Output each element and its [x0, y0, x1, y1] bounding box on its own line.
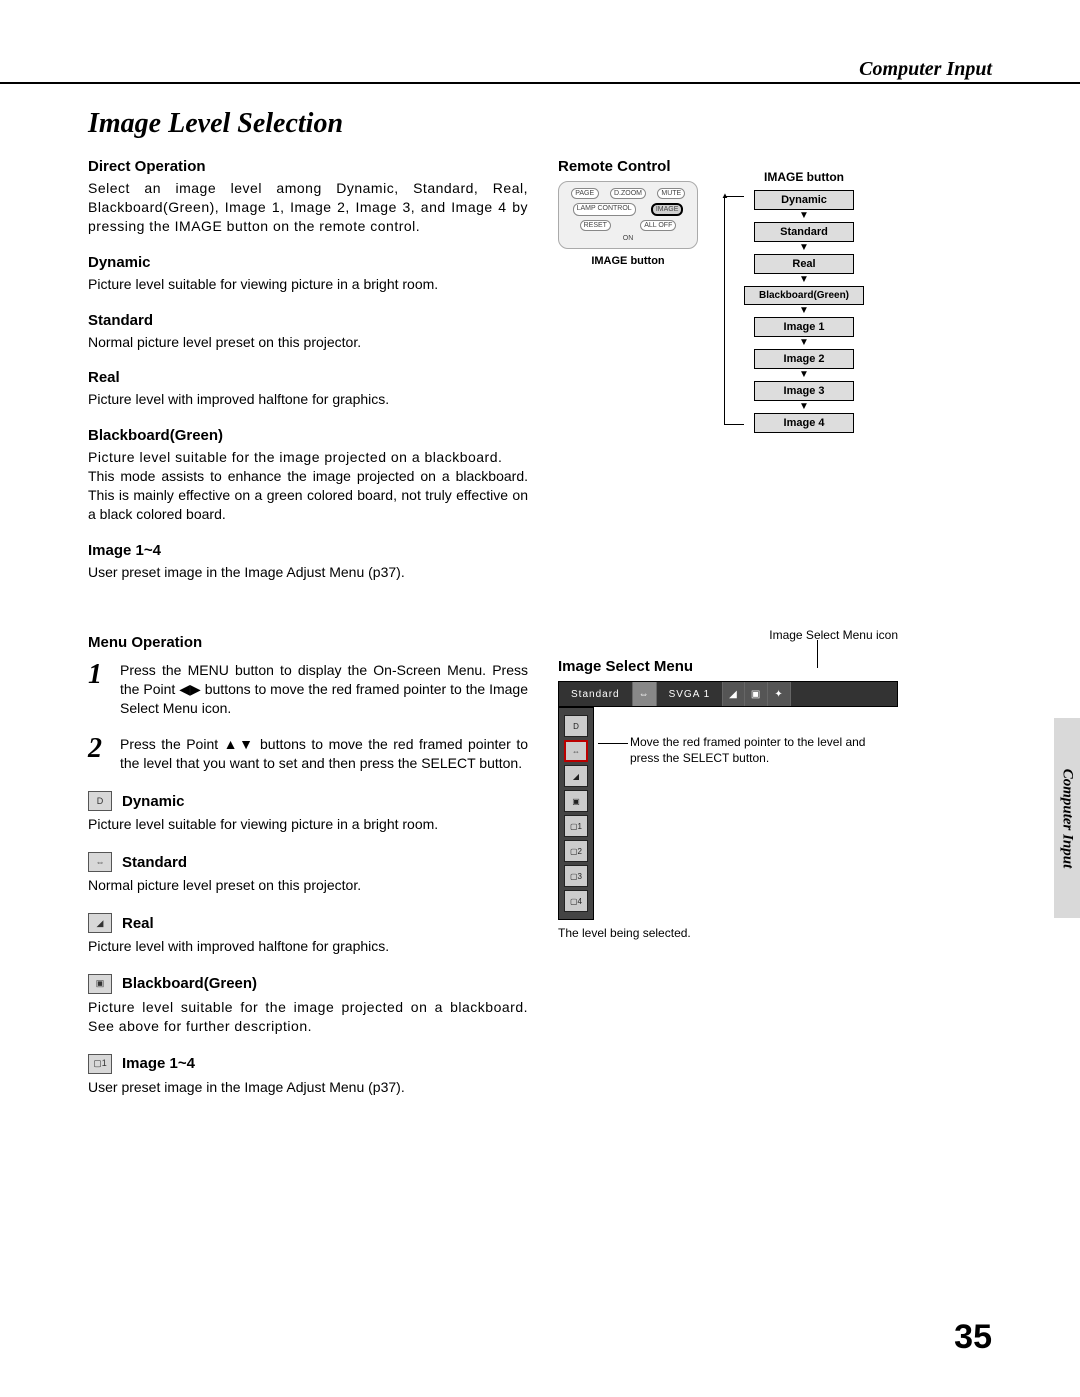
level-name: Blackboard(Green)	[88, 427, 528, 444]
flow-arrow-icon: ▼	[744, 211, 864, 221]
vmenu-item: ◢	[564, 765, 588, 787]
menu-bar-label: Standard	[559, 682, 633, 706]
step-text: Press the MENU button to display the On-…	[120, 661, 528, 718]
pointer-note: Move the red framed pointer to the level…	[630, 735, 870, 766]
ism-icon-caption: Image Select Menu icon	[769, 628, 898, 642]
menu-bar-icon: ▣	[745, 682, 768, 706]
flow-arrow-icon: ▼	[744, 402, 864, 412]
step-row: 1 Press the MENU button to display the O…	[88, 661, 528, 718]
image-button-caption: IMAGE button	[558, 255, 698, 267]
direct-heading: Direct Operation	[88, 158, 528, 175]
selected-note: The level being selected.	[558, 926, 898, 940]
image-flow-diagram: IMAGE button Dynamic ▼ Standard ▼ Real ▼…	[744, 170, 864, 433]
menu-item-desc: Picture level suitable for the image pro…	[88, 998, 528, 1036]
level-desc: Picture level suitable for the image pro…	[88, 448, 528, 467]
level-name: Dynamic	[88, 254, 528, 271]
flow-title: IMAGE button	[744, 170, 864, 184]
vmenu-item: D	[564, 715, 588, 737]
remote-button-page: PAGE	[571, 188, 599, 199]
image-n-icon: ▢1	[88, 1054, 112, 1074]
vmenu-item: ▣	[564, 790, 588, 812]
menu-item-desc: User preset image in the Image Adjust Me…	[88, 1078, 528, 1097]
section-header: Computer Input	[859, 58, 992, 81]
menu-item-label: Dynamic	[122, 793, 185, 810]
vmenu-item: ▢4	[564, 890, 588, 912]
menu-item-desc: Picture level suitable for viewing pictu…	[88, 815, 528, 834]
level-desc2: This mode assists to enhance the image p…	[88, 467, 528, 524]
menu-item: ⇔ Standard	[88, 852, 528, 872]
step-text: Press the Point ▲▼ buttons to move the r…	[120, 735, 528, 773]
flow-item: Image 3	[754, 381, 854, 401]
flow-arrow-icon: ▼	[744, 275, 864, 285]
flow-arrow-icon: ▼	[744, 306, 864, 316]
step-number: 2	[88, 735, 120, 773]
level-desc: User preset image in the Image Adjust Me…	[88, 563, 528, 582]
standard-icon: ⇔	[88, 852, 112, 872]
vmenu-item-selected: ⇔	[564, 740, 588, 762]
remote-button-image: IMAGE	[651, 203, 684, 216]
step-number: 1	[88, 661, 120, 718]
menu-vertical: D ⇔ ◢ ▣ ▢1 ▢2 ▢3 ▢4	[558, 707, 594, 920]
ism-caption-line	[817, 640, 818, 668]
flow-arrow-icon: ▼	[744, 370, 864, 380]
menu-bar-mode: SVGA 1	[657, 682, 724, 706]
menu-bar-icon: ✦	[768, 682, 790, 706]
flow-item: Image 2	[754, 349, 854, 369]
menu-item-label: Real	[122, 915, 154, 932]
menu-item: ▣ Blackboard(Green)	[88, 974, 528, 994]
menu-item: ◢ Real	[88, 913, 528, 933]
menu-item: ▢1 Image 1~4	[88, 1054, 528, 1074]
menu-item-label: Image 1~4	[122, 1055, 195, 1072]
level-desc: Picture level suitable for viewing pictu…	[88, 275, 528, 294]
dynamic-icon: D	[88, 791, 112, 811]
remote-button-mute: MUTE	[657, 188, 685, 199]
page-title: Image Level Selection	[88, 108, 343, 140]
page-number: 35	[954, 1318, 992, 1357]
remote-illustration: PAGE D.ZOOM MUTE LAMP CONTROL IMAGE RESE…	[558, 181, 698, 249]
ism-heading: Image Select Menu	[558, 658, 898, 675]
menu-item: D Dynamic	[88, 791, 528, 811]
vmenu-item: ▢1	[564, 815, 588, 837]
header-rule	[0, 82, 1080, 84]
menu-bar: Standard ⇔ SVGA 1 ◢ ▣ ✦	[558, 681, 898, 707]
step-row: 2 Press the Point ▲▼ buttons to move the…	[88, 735, 528, 773]
level-desc: Picture level with improved halftone for…	[88, 390, 528, 409]
vmenu-item: ▢2	[564, 840, 588, 862]
side-tab-label: Computer Input	[1059, 768, 1076, 868]
menu-item-label: Blackboard(Green)	[122, 975, 257, 992]
direct-intro: Select an image level among Dynamic, Sta…	[88, 179, 528, 236]
flow-item: Real	[754, 254, 854, 274]
level-name: Image 1~4	[88, 542, 528, 559]
flow-item: Standard	[754, 222, 854, 242]
flow-item: Image 1	[754, 317, 854, 337]
menu-item-desc: Normal picture level preset on this proj…	[88, 876, 528, 895]
level-name: Standard	[88, 312, 528, 329]
remote-button-lamp: LAMP CONTROL	[573, 203, 636, 216]
menu-item-label: Standard	[122, 854, 187, 871]
flow-item: Blackboard(Green)	[744, 286, 864, 305]
menu-heading: Menu Operation	[88, 634, 528, 651]
flow-arrow-icon: ▼	[744, 338, 864, 348]
remote-button-alloff: ALL OFF	[640, 220, 676, 231]
flow-item: Dynamic	[754, 190, 854, 210]
vmenu-item: ▢3	[564, 865, 588, 887]
menu-bar-icon: ⇔	[633, 682, 657, 706]
menu-item-desc: Picture level with improved halftone for…	[88, 937, 528, 956]
flow-return-line	[724, 196, 744, 425]
flow-item: Image 4	[754, 413, 854, 433]
level-desc: Normal picture level preset on this proj…	[88, 333, 528, 352]
menu-bar-icon: ◢	[723, 682, 745, 706]
real-icon: ◢	[88, 913, 112, 933]
remote-button-on: ON	[565, 235, 691, 242]
blackboard-icon: ▣	[88, 974, 112, 994]
side-tab: Computer Input	[1054, 718, 1080, 918]
level-name: Real	[88, 369, 528, 386]
remote-button-dzoom: D.ZOOM	[610, 188, 646, 199]
flow-arrow-icon: ▼	[744, 243, 864, 253]
remote-button-reset: RESET	[580, 220, 611, 231]
pointer-line	[598, 743, 628, 744]
